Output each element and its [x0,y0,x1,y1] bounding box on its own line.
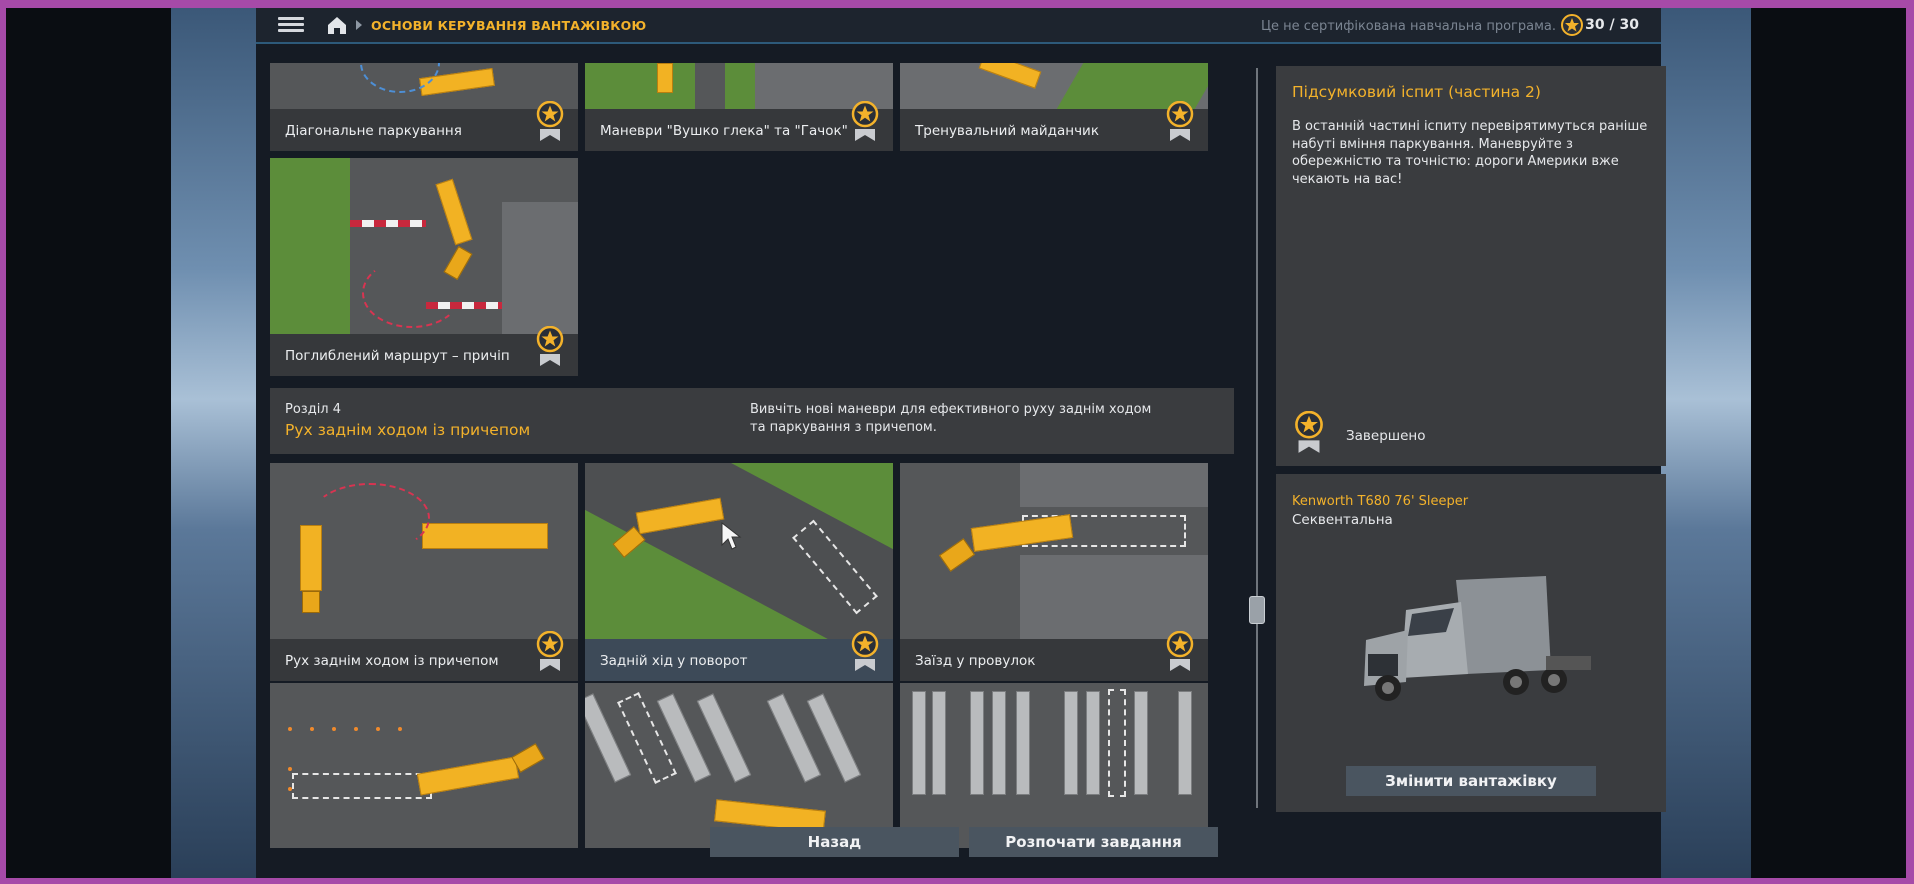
star-medal-icon [536,326,564,366]
mission-title: Поглиблений маршрут – причіп [285,348,510,364]
breadcrumb-arrow-icon [356,20,362,30]
mission-thumbnail [270,63,578,109]
mission-detail-title: Підсумковий іспит (частина 2) [1292,83,1541,101]
background-right [1656,8,1751,878]
change-truck-button[interactable]: Змінити вантажівку [1346,766,1596,796]
mission-thumbnail [585,463,893,639]
star-medal-icon [1166,631,1194,671]
star-medal-icon [536,631,564,671]
section-number: Розділ 4 [285,402,342,417]
mission-card-parking-lot[interactable] [585,683,893,848]
star-medal-icon [851,631,879,671]
mission-thumbnail [270,158,578,334]
mission-card-deep-route[interactable]: Поглиблений маршрут – причіп [270,158,578,376]
certification-note: Це не сертифікована навчальна програма. [1260,19,1556,34]
mission-card-jug-handle[interactable]: Маневри "Вушко глека" та "Гачок" [585,63,893,151]
score-counter: 30 / 30 [1585,17,1639,33]
star-medal-icon [536,101,564,141]
mission-thumbnail [270,463,578,639]
mission-card-training-ground[interactable]: Тренувальний майданчик [900,63,1208,151]
top-bar: ОСНОВИ КЕРУВАННЯ ВАНТАЖІВКОЮ Це не серти… [256,8,1661,44]
mission-thumbnail [585,683,893,848]
star-medal-icon [1295,411,1323,453]
mission-title: Маневри "Вушко глека" та "Гачок" [600,123,848,139]
mission-card-alley-parking[interactable] [900,683,1208,848]
completion-status: Завершено [1346,428,1426,444]
mission-thumbnail [900,683,1208,848]
mission-thumbnail [900,463,1208,639]
section-description: Вивчіть нові маневри для ефективного рух… [750,402,1152,435]
menu-icon[interactable] [278,14,304,36]
mission-detail-description: В останній частині іспиту перевірятимуть… [1292,119,1648,187]
mission-title: Тренувальний майданчик [915,123,1099,139]
mission-details-panel: Підсумковий іспит (частина 2) В останній… [1276,66,1666,466]
mission-card-diagonal-parking[interactable]: Діагональне паркування [270,63,578,151]
mission-card-reverse-trailer[interactable]: Рух заднім ходом із причепом [270,463,578,681]
mission-thumbnail [585,63,893,109]
section-header: Розділ 4 Рух заднім ходом із причепом Ви… [270,388,1234,454]
mission-thumbnail [900,63,1208,109]
start-mission-button[interactable]: Розпочати завдання [969,827,1218,857]
menu-frame: ОСНОВИ КЕРУВАННЯ ВАНТАЖІВКОЮ Це не серти… [256,8,1666,878]
back-button[interactable]: Назад [710,827,959,857]
cursor-icon [721,521,742,550]
section-title: Рух заднім ходом із причепом [285,421,531,439]
truck-image [1364,576,1591,701]
mission-title: Рух заднім ходом із причепом [285,653,499,669]
mission-card-reverse-turn[interactable]: Задній хід у поворот [585,463,893,681]
mission-title: Задній хід у поворот [600,653,748,669]
star-medal-icon [1166,101,1194,141]
vehicle-name: Kenworth T680 76' Sleeper [1292,494,1469,509]
home-icon[interactable] [326,14,348,36]
scrollbar-track[interactable] [1256,68,1258,808]
mission-card-cone-course[interactable] [270,683,578,848]
mission-card-alley-entry[interactable]: Заїзд у провулок [900,463,1208,681]
mission-title: Заїзд у провулок [915,653,1036,669]
star-medal-icon [851,101,879,141]
mission-list[interactable]: Діагональне паркування Маневри "Вушко гл… [270,63,1245,848]
mission-thumbnail [270,683,578,848]
mission-title: Діагональне паркування [285,123,462,139]
game-screen: ОСНОВИ КЕРУВАННЯ ВАНТАЖІВКОЮ Це не серти… [6,8,1906,878]
star-medal-icon [1561,14,1583,36]
vehicle-panel: Kenworth T680 76' Sleeper Секвентальна З… [1276,474,1666,812]
background-left [171,8,261,878]
breadcrumb[interactable]: ОСНОВИ КЕРУВАННЯ ВАНТАЖІВКОЮ [371,18,646,33]
vehicle-transmission: Секвентальна [1292,512,1393,528]
scrollbar-handle[interactable] [1249,596,1265,624]
